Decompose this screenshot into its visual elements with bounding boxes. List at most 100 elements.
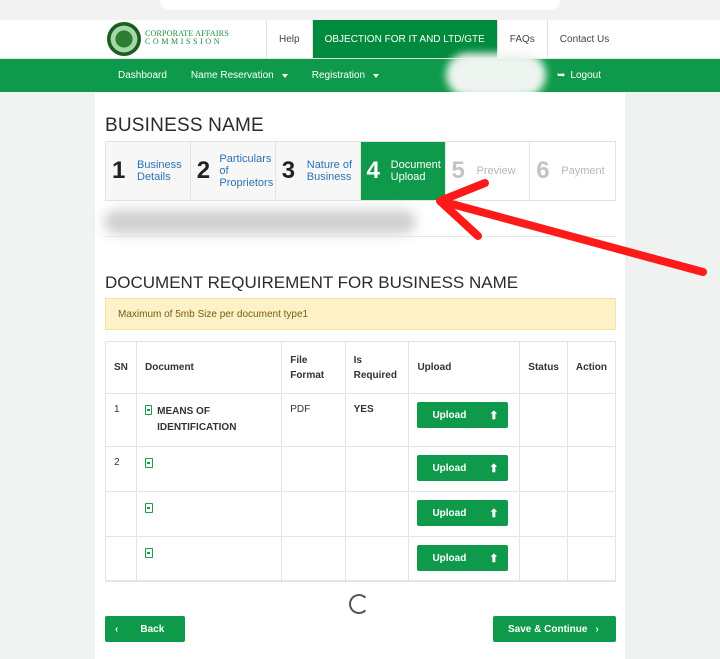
row-upload-cell: Upload ⬆ xyxy=(408,536,521,582)
top-pill xyxy=(160,0,560,10)
table-row: Upload ⬆ xyxy=(105,491,617,537)
row-sn xyxy=(105,491,137,537)
step-particulars[interactable]: 2 Particulars of Proprietors xyxy=(190,142,276,200)
divider xyxy=(105,580,616,581)
upload-icon: ⬆ xyxy=(489,507,499,520)
nav-name-reservation[interactable]: Name Reservation xyxy=(191,70,288,81)
row-document xyxy=(135,491,283,537)
cac-logo[interactable] xyxy=(107,22,141,56)
upload-button[interactable]: Upload ⬆ xyxy=(417,500,509,526)
row-action xyxy=(566,491,617,537)
upload-button[interactable]: Upload ⬆ xyxy=(417,545,509,571)
row-document xyxy=(135,536,283,582)
row-format: PDF xyxy=(281,393,346,447)
upload-label: Upload xyxy=(432,507,467,519)
row-document xyxy=(135,446,283,492)
divider xyxy=(105,236,616,237)
nav-registration-label: Registration xyxy=(311,70,366,81)
step-document-upload[interactable]: 4 Document Upload xyxy=(360,142,446,200)
logout-icon: ➥ xyxy=(557,70,566,81)
nav-help[interactable]: Help xyxy=(266,20,312,58)
step-business-details[interactable]: 1 Business Details xyxy=(106,142,191,200)
file-icon xyxy=(144,405,153,415)
logout-link[interactable]: ➥ Logout xyxy=(557,59,601,92)
col-action: Action xyxy=(566,341,617,394)
step-nature-of-business[interactable]: 3 Nature of Business xyxy=(275,142,361,200)
step-number: 3 xyxy=(281,157,296,184)
row-sn: 2 xyxy=(105,446,137,492)
redacted-business-name xyxy=(104,210,416,234)
nav-name-reservation-label: Name Reservation xyxy=(190,70,274,81)
main-navigation: Dashboard Name Reservation Registration xyxy=(0,59,720,92)
col-is-required: Is Required xyxy=(344,341,410,394)
step-number: 1 xyxy=(112,157,126,184)
step-number: 2 xyxy=(196,157,211,184)
chevron-down-icon xyxy=(281,73,288,78)
save-continue-button[interactable]: Save & Continue › xyxy=(493,616,616,642)
logout-label: Logout xyxy=(570,70,601,81)
upload-label: Upload xyxy=(432,552,467,564)
table-row: Upload ⬆ xyxy=(105,536,617,582)
back-button[interactable]: ‹ Back xyxy=(105,616,185,642)
step-label: Payment xyxy=(561,165,605,177)
nav-dashboard-label: Dashboard xyxy=(118,70,167,81)
row-format xyxy=(281,536,346,582)
upload-icon: ⬆ xyxy=(489,462,499,475)
nav-contact-us[interactable]: Contact Us xyxy=(546,20,621,58)
nav-registration[interactable]: Registration xyxy=(311,70,380,81)
upload-button[interactable]: Upload ⬆ xyxy=(417,455,509,481)
row-action xyxy=(566,393,617,447)
step-payment: 6 Payment xyxy=(530,142,615,200)
row-document: MEANS OF IDENTIFICATION xyxy=(135,393,283,447)
row-upload-cell: Upload ⬆ xyxy=(408,446,521,492)
nav-dashboard[interactable]: Dashboard xyxy=(118,70,167,81)
row-action xyxy=(566,536,617,582)
row-status xyxy=(519,446,568,492)
progress-steps: 1 Business Details 2 Particulars of Prop… xyxy=(105,141,616,201)
document-name: MEANS OF IDENTIFICATION xyxy=(157,406,237,433)
step-label: Document Upload xyxy=(390,159,441,183)
upload-button[interactable]: Upload ⬆ xyxy=(417,402,509,428)
chevron-down-icon xyxy=(373,73,380,78)
brand-header: CORPORATE AFFAIRS COMMISSION Help OBJECT… xyxy=(0,20,720,59)
table-row: 2 Upload ⬆ xyxy=(105,446,617,492)
section-title: DOCUMENT REQUIREMENT FOR BUSINESS NAME xyxy=(105,273,519,292)
step-label: Business Details xyxy=(137,159,182,183)
logo-line-2: COMMISSION xyxy=(145,37,223,46)
chevron-right-icon: › xyxy=(595,623,599,635)
size-limit-notice: Maximum of 5mb Size per document type1 xyxy=(105,298,616,330)
top-navigation: Help OBJECTION FOR IT AND LTD/GTE FAQs C… xyxy=(266,20,621,58)
col-document: Document xyxy=(135,341,283,394)
upload-label: Upload xyxy=(432,409,467,421)
row-status xyxy=(519,393,568,447)
row-upload-cell: Upload ⬆ xyxy=(408,393,521,447)
col-upload: Upload xyxy=(408,341,521,394)
col-status: Status xyxy=(519,341,568,394)
redacted-user-name xyxy=(446,53,546,97)
step-number: 5 xyxy=(451,157,465,184)
row-required xyxy=(344,446,410,492)
documents-table: SN Document File Format Is Required Uplo… xyxy=(105,341,617,582)
save-continue-label: Save & Continue xyxy=(508,623,588,635)
browser-top-strip xyxy=(0,0,720,20)
upload-icon: ⬆ xyxy=(489,409,499,422)
row-format xyxy=(281,491,346,537)
page-title: BUSINESS NAME xyxy=(105,115,264,136)
logo-text: CORPORATE AFFAIRS COMMISSION xyxy=(145,30,229,46)
step-label: Nature of Business xyxy=(306,159,352,183)
row-upload-cell: Upload ⬆ xyxy=(408,491,521,537)
file-icon xyxy=(144,503,153,513)
step-number: 4 xyxy=(366,157,380,184)
row-required xyxy=(344,536,410,582)
upload-icon: ⬆ xyxy=(489,552,499,565)
table-header-row: SN Document File Format Is Required Uplo… xyxy=(105,341,617,394)
row-format xyxy=(281,446,346,492)
file-icon xyxy=(144,458,153,468)
row-sn xyxy=(105,536,137,582)
loading-spinner-icon xyxy=(349,594,369,614)
col-file-format: File Format xyxy=(281,341,346,394)
step-label: Particulars of Proprietors xyxy=(219,153,274,189)
step-number: 6 xyxy=(536,157,550,184)
step-preview: 5 Preview xyxy=(445,142,531,200)
row-required: YES xyxy=(344,393,410,447)
